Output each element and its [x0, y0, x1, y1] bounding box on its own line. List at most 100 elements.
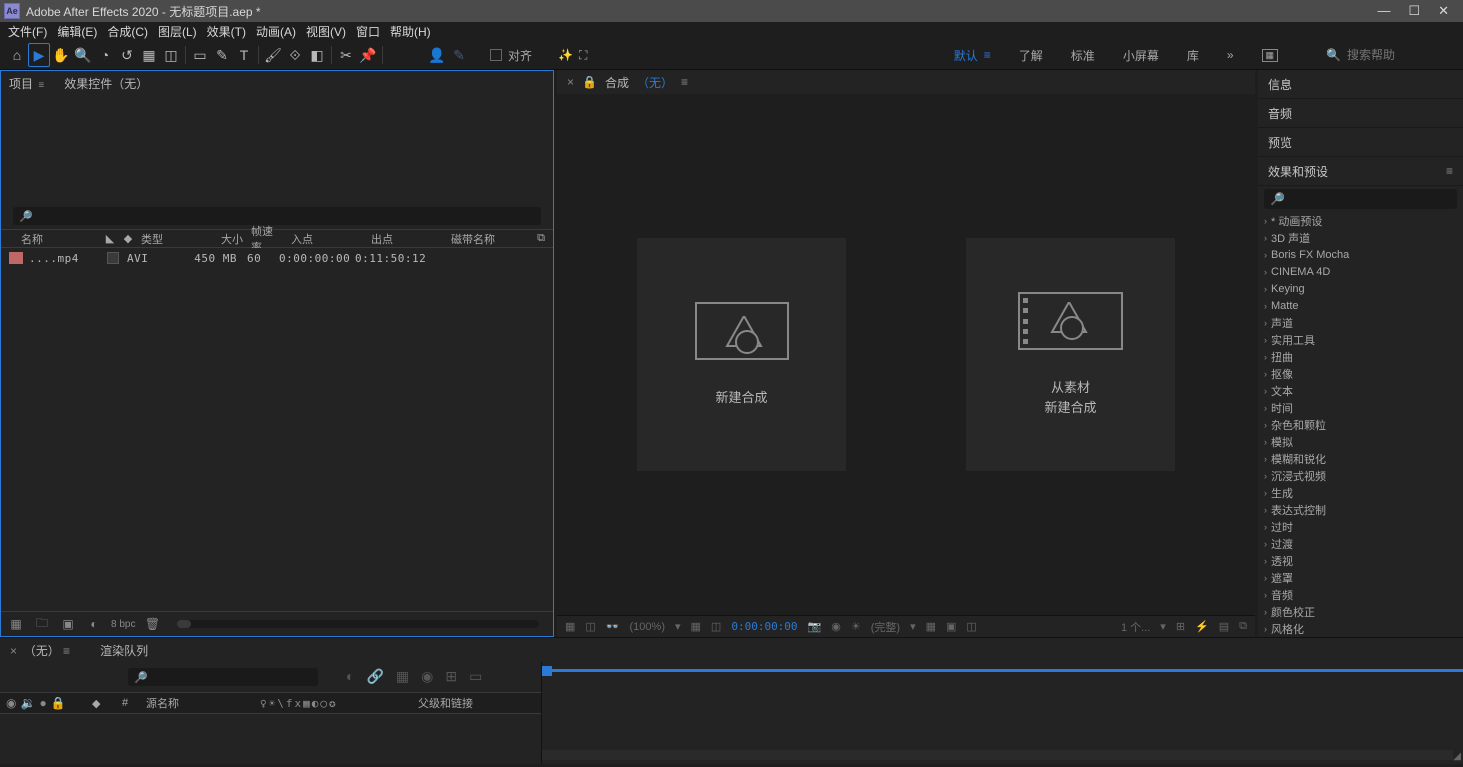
tl-shy-icon[interactable]: ◐	[346, 668, 354, 685]
panel-preview[interactable]: 预览	[1258, 128, 1463, 157]
minimize-button[interactable]: —	[1377, 3, 1390, 19]
menu-view[interactable]: 视图(V)	[306, 23, 346, 40]
preset-category[interactable]: ›过时	[1258, 518, 1463, 535]
col-tag-icon[interactable]: ◣	[101, 232, 119, 245]
preset-category[interactable]: ›扭曲	[1258, 348, 1463, 365]
cf-views[interactable]: 1 个...	[1121, 619, 1150, 635]
preset-category[interactable]: ›文本	[1258, 382, 1463, 399]
tl-link-icon[interactable]: 🔗	[366, 668, 383, 685]
preset-category[interactable]: ›沉浸式视频	[1258, 467, 1463, 484]
tab-effect-controls[interactable]: 效果控件（无）	[64, 75, 148, 92]
workspace-small[interactable]: 小屏幕	[1123, 47, 1159, 64]
workspace-default[interactable]: 默认	[954, 47, 978, 64]
new-comp-button[interactable]: 新建合成	[637, 238, 846, 471]
hand-tool[interactable]: ✋	[50, 43, 72, 67]
tl-frame-icon[interactable]: ▭	[469, 668, 482, 685]
rect-tool[interactable]: ▭	[189, 43, 211, 67]
project-item-list[interactable]: ....mp4 AVI 450 MB 60 0:00:00:00 0:11:50…	[1, 248, 553, 611]
cf-roi-icon[interactable]: ▦	[926, 620, 936, 633]
preset-category[interactable]: ›生成	[1258, 484, 1463, 501]
timeline-ruler[interactable]	[542, 669, 1463, 672]
col-flow-icon[interactable]: ⧉	[507, 232, 553, 245]
solo-icon[interactable]: ●	[39, 696, 46, 710]
cf-res-icon[interactable]: ▦	[691, 620, 701, 633]
interpret-icon[interactable]: ▦	[7, 616, 25, 632]
speaker-icon[interactable]: 🔉	[20, 696, 35, 710]
preset-category[interactable]: ›表达式控制	[1258, 501, 1463, 518]
workspace-menu-icon[interactable]: ≡	[984, 48, 991, 62]
bracket-icon[interactable]: ⛶	[579, 48, 587, 63]
comp-icon[interactable]: ▣	[59, 616, 77, 632]
help-search-input[interactable]	[1347, 48, 1447, 62]
comp-menu-icon[interactable]: ≡	[681, 75, 688, 89]
cf-view-icon[interactable]: ◫	[966, 620, 976, 633]
cf-alpha-icon[interactable]: ◫	[585, 620, 595, 633]
new-comp-from-footage-button[interactable]: 从素材 新建合成	[966, 238, 1175, 471]
panel-audio[interactable]: 音频	[1258, 99, 1463, 128]
menu-file[interactable]: 文件(F)	[8, 23, 47, 40]
comp-close-icon[interactable]: ×	[567, 75, 574, 89]
preset-category[interactable]: ›透视	[1258, 552, 1463, 569]
cf-exposure-icon[interactable]: ☀	[851, 620, 861, 633]
person-icon[interactable]: 👤	[426, 43, 448, 67]
preset-category[interactable]: ›声道	[1258, 314, 1463, 331]
timeline-search-input[interactable]: 🔎	[128, 668, 318, 686]
clone-tool[interactable]: ⟐	[284, 43, 306, 67]
effects-search-input[interactable]: 🔎	[1264, 189, 1457, 209]
col-source-name[interactable]: 源名称	[140, 695, 260, 711]
col-size[interactable]: 大小	[197, 231, 247, 247]
preset-category[interactable]: ›Matte	[1258, 297, 1463, 314]
zoom-tool[interactable]: 🔍	[72, 43, 94, 67]
col-tape[interactable]: 磁带名称	[447, 231, 507, 247]
cf-flow-icon[interactable]: ⧉	[1239, 620, 1247, 633]
workspace-more-icon[interactable]: »	[1227, 48, 1234, 62]
folder-icon[interactable]: 🗀	[33, 616, 51, 632]
menu-effect[interactable]: 效果(T)	[207, 23, 246, 40]
wand-icon[interactable]: ✨	[558, 48, 573, 62]
preset-category[interactable]: ›颜色校正	[1258, 603, 1463, 620]
lock-col-icon[interactable]: 🔒	[51, 696, 66, 710]
pen-tool[interactable]: ✎	[211, 43, 233, 67]
preset-category[interactable]: ›* 动画预设	[1258, 212, 1463, 229]
preset-category[interactable]: ›时间	[1258, 399, 1463, 416]
menu-edit[interactable]: 编辑(E)	[57, 23, 97, 40]
workspace-library[interactable]: 库	[1187, 47, 1199, 64]
preset-category[interactable]: ›Boris FX Mocha	[1258, 246, 1463, 263]
tl-collapse-icon[interactable]: ▦	[396, 668, 409, 685]
col-name[interactable]: 名称	[1, 231, 101, 247]
col-in[interactable]: 入点	[287, 231, 367, 247]
tl-tab-render-queue[interactable]: 渲染队列	[100, 642, 148, 659]
lock-icon[interactable]: 🔒	[582, 75, 597, 89]
col-parent[interactable]: 父级和链接	[400, 695, 473, 711]
col-label-icon[interactable]: ◆	[119, 232, 137, 245]
eraser-tool[interactable]: ◧	[306, 43, 328, 67]
col-out[interactable]: 出点	[367, 231, 447, 247]
cf-3d-icon[interactable]: 👓	[606, 620, 620, 633]
preset-category[interactable]: ›模糊和锐化	[1258, 450, 1463, 467]
preset-category[interactable]: ›CINEMA 4D	[1258, 263, 1463, 280]
tl-motion-icon[interactable]: ◉	[421, 668, 433, 685]
screen-icon[interactable]: ▦	[1262, 49, 1279, 62]
eye-icon[interactable]: ◉	[6, 696, 16, 710]
col-number[interactable]: #	[110, 697, 140, 709]
workspace-standard[interactable]: 标准	[1071, 47, 1095, 64]
selection-tool[interactable]: ▶	[28, 43, 50, 67]
rotate-tool[interactable]: ↺	[116, 43, 138, 67]
preset-category[interactable]: ›遮罩	[1258, 569, 1463, 586]
maximize-button[interactable]: ☐	[1408, 3, 1420, 19]
preset-category[interactable]: ›3D 声道	[1258, 229, 1463, 246]
snap-checkbox[interactable]	[490, 49, 502, 61]
tl-tab-none[interactable]: × （无） ≡	[10, 642, 70, 659]
preset-category[interactable]: ›Keying	[1258, 280, 1463, 297]
cf-zoom[interactable]: (100%)	[630, 621, 665, 633]
camera-tool[interactable]: ▦	[138, 43, 160, 67]
effects-preset-list[interactable]: ›* 动画预设›3D 声道›Boris FX Mocha›CINEMA 4D›K…	[1258, 212, 1463, 637]
project-footer-scrub[interactable]	[177, 620, 539, 628]
cf-resolution[interactable]: (完整)	[871, 619, 900, 635]
panbehind-tool[interactable]: ◫	[160, 43, 182, 67]
preset-category[interactable]: ›模拟	[1258, 433, 1463, 450]
text-tool[interactable]: T	[233, 43, 255, 67]
cf-snapshot-icon[interactable]: 📷	[808, 620, 822, 633]
resize-handle-icon[interactable]: ◢	[1453, 751, 1461, 762]
col-label-tl-icon[interactable]: ◆	[92, 697, 110, 710]
